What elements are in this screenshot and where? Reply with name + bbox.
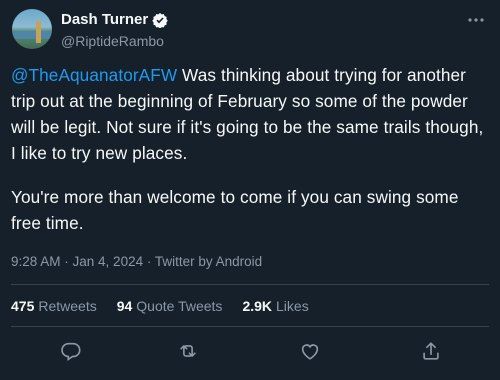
avatar[interactable]	[12, 9, 52, 49]
share-icon[interactable]	[420, 340, 442, 362]
tweet-text: @TheAquanatorAFW Was thinking about tryi…	[11, 62, 489, 254]
action-bar	[0, 340, 500, 364]
retweet-icon[interactable]	[177, 340, 199, 362]
like-icon[interactable]	[299, 340, 321, 362]
likes-stat[interactable]: 2.9K Likes	[242, 298, 308, 314]
mention-link[interactable]: @TheAquanatorAFW	[11, 65, 177, 85]
tweet-date[interactable]: Jan 4, 2024	[73, 254, 144, 269]
retweets-count: 475	[11, 298, 35, 314]
divider	[11, 284, 489, 285]
meta-separator: ·	[60, 254, 73, 269]
retweets-label: Retweets	[38, 298, 97, 314]
more-icon[interactable]	[466, 10, 486, 30]
reply-icon[interactable]	[60, 340, 82, 362]
avatar-sea	[12, 31, 52, 39]
tweet-paragraph-1: @TheAquanatorAFW Was thinking about tryi…	[11, 62, 489, 166]
author-name[interactable]: Dash Turner	[61, 11, 148, 28]
avatar-post	[36, 21, 41, 43]
author-handle[interactable]: @RiptideRambo	[61, 33, 164, 49]
quote-tweets-stat[interactable]: 94 Quote Tweets	[117, 298, 223, 314]
tweet-source[interactable]: Twitter by Android	[155, 254, 262, 269]
tweet-meta: 9:28 AM · Jan 4, 2024 · Twitter by Andro…	[11, 254, 262, 269]
divider	[11, 326, 489, 327]
tweet-paragraph-2: You're more than welcome to come if you …	[11, 187, 459, 233]
tweet-time[interactable]: 9:28 AM	[11, 254, 61, 269]
quotes-count: 94	[116, 298, 133, 314]
verified-badge-icon	[152, 12, 168, 28]
engagement-stats: 475 Retweets 94 Quote Tweets 2.9K Likes	[11, 298, 329, 314]
author-name-row: Dash Turner	[61, 11, 168, 28]
likes-count: 2.9K	[242, 298, 273, 314]
likes-label: Likes	[276, 298, 309, 314]
meta-separator: ·	[143, 254, 155, 269]
retweets-stat[interactable]: 475 Retweets	[11, 298, 97, 314]
quotes-label: Quote Tweets	[136, 298, 223, 314]
